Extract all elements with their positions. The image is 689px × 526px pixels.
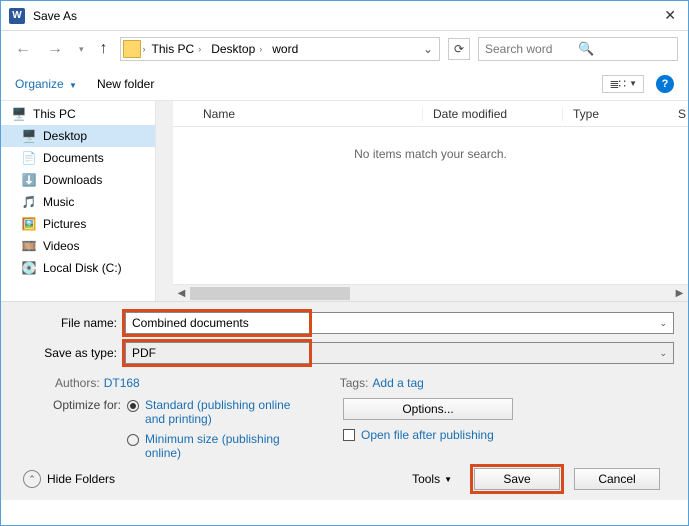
column-headers[interactable]: Name Date modified Type S — [173, 101, 688, 127]
chevron-up-icon: ⌃ — [23, 470, 41, 488]
window-title: Save As — [33, 9, 660, 23]
save-type-label: Save as type: — [15, 346, 125, 360]
file-name-input[interactable]: Combined documents ⌄ — [125, 312, 674, 334]
crumb-word[interactable]: word — [268, 40, 302, 58]
col-name[interactable]: Name — [173, 107, 423, 121]
recent-dropdown[interactable]: ▾ — [75, 42, 88, 57]
optimize-standard-radio[interactable]: Standard (publishing online and printing… — [127, 398, 295, 426]
videos-icon: 🎞️ — [21, 238, 37, 254]
h-scrollbar[interactable]: ◀ ▶ — [173, 284, 688, 301]
file-list-panel: Name Date modified Type S No items match… — [173, 101, 688, 301]
tree-desktop[interactable]: 🖥️Desktop — [1, 125, 155, 147]
address-bar[interactable]: › This PC › Desktop › word ⌄ — [120, 37, 440, 61]
organize-button[interactable]: Organize ▼ — [15, 77, 77, 91]
music-icon: 🎵 — [21, 194, 37, 210]
col-size[interactable]: S — [668, 107, 688, 121]
scroll-right-icon[interactable]: ▶ — [671, 288, 688, 299]
tree-pictures[interactable]: 🖼️Pictures — [1, 213, 155, 235]
folder-icon — [123, 40, 141, 58]
tags-value[interactable]: Add a tag — [372, 376, 423, 390]
search-placeholder: Search word — [485, 42, 578, 56]
chevron-down-icon[interactable]: ⌄ — [659, 318, 667, 329]
word-app-icon: W — [9, 8, 25, 24]
titlebar: W Save As ✕ — [1, 1, 688, 31]
scroll-thumb[interactable] — [190, 287, 350, 300]
nav-row: ← → ▾ ↑ › This PC › Desktop › word ⌄ ⟳ S… — [1, 31, 688, 67]
view-button[interactable]: ≣∷ ▼ — [602, 75, 644, 93]
footer: ⌃ Hide Folders Tools ▼ Save Cancel — [15, 460, 674, 490]
pictures-icon: 🖼️ — [21, 216, 37, 232]
tree-videos[interactable]: 🎞️Videos — [1, 235, 155, 257]
toolbar: Organize ▼ New folder ≣∷ ▼ ? — [1, 67, 688, 101]
pc-icon: 🖥️ — [11, 106, 27, 122]
save-button[interactable]: Save — [474, 468, 560, 490]
crumb-thispc[interactable]: This PC › — [148, 40, 206, 58]
chevron-down-icon[interactable]: ⌄ — [659, 348, 667, 359]
col-date[interactable]: Date modified — [423, 107, 563, 121]
tree-scrollbar[interactable] — [156, 101, 173, 301]
tags-label: Tags: — [340, 376, 369, 390]
disk-icon: 💽 — [21, 260, 37, 276]
open-after-checkbox[interactable]: Open file after publishing — [343, 428, 494, 442]
empty-message: No items match your search. — [173, 127, 688, 284]
radio-off-icon — [127, 434, 139, 446]
metadata-row: Authors: DT168 Tags:Add a tag — [15, 372, 674, 398]
options-button[interactable]: Options... — [343, 398, 513, 420]
file-name-label: File name: — [15, 316, 125, 330]
checkbox-icon — [343, 429, 355, 441]
tools-button[interactable]: Tools ▼ — [412, 472, 452, 486]
optimize-label: Optimize for: — [53, 398, 121, 458]
tree-documents[interactable]: 📄Documents — [1, 147, 155, 169]
folder-tree[interactable]: 🖥️This PC 🖥️Desktop 📄Documents ⬇️Downloa… — [1, 101, 156, 301]
tree-localdisk[interactable]: 💽Local Disk (C:) — [1, 257, 155, 279]
close-icon[interactable]: ✕ — [660, 7, 680, 24]
search-input[interactable]: Search word 🔍 — [478, 37, 678, 61]
authors-value[interactable]: DT168 — [104, 376, 140, 390]
help-icon[interactable]: ? — [656, 75, 674, 93]
desktop-icon: 🖥️ — [21, 128, 37, 144]
back-button[interactable]: ← — [11, 38, 35, 60]
up-button[interactable]: ↑ — [96, 38, 112, 60]
crumb-desktop[interactable]: Desktop › — [207, 40, 266, 58]
refresh-button[interactable]: ⟳ — [448, 38, 470, 60]
optimize-minimum-radio[interactable]: Minimum size (publishing online) — [127, 432, 295, 460]
radio-on-icon — [127, 400, 139, 412]
tree-music[interactable]: 🎵Music — [1, 191, 155, 213]
forward-button: → — [43, 38, 67, 60]
col-type[interactable]: Type — [563, 107, 668, 121]
new-folder-button[interactable]: New folder — [97, 77, 154, 91]
save-panel: File name: Combined documents ⌄ Save as … — [1, 301, 688, 500]
save-type-input[interactable]: PDF ⌄ — [125, 342, 674, 364]
tree-downloads[interactable]: ⬇️Downloads — [1, 169, 155, 191]
body: 🖥️This PC 🖥️Desktop 📄Documents ⬇️Downloa… — [1, 101, 688, 301]
path-dropdown-icon[interactable]: ⌄ — [419, 42, 437, 56]
hide-folders-button[interactable]: ⌃ Hide Folders — [23, 470, 115, 488]
tree-thispc[interactable]: 🖥️This PC — [1, 103, 155, 125]
search-icon[interactable]: 🔍 — [578, 41, 671, 57]
chevron-right-icon[interactable]: › — [143, 44, 146, 54]
downloads-icon: ⬇️ — [21, 172, 37, 188]
documents-icon: 📄 — [21, 150, 37, 166]
scroll-left-icon[interactable]: ◀ — [173, 288, 190, 299]
cancel-button[interactable]: Cancel — [574, 468, 660, 490]
authors-label: Authors: — [55, 376, 100, 390]
optimize-row: Optimize for: Standard (publishing onlin… — [15, 398, 674, 460]
